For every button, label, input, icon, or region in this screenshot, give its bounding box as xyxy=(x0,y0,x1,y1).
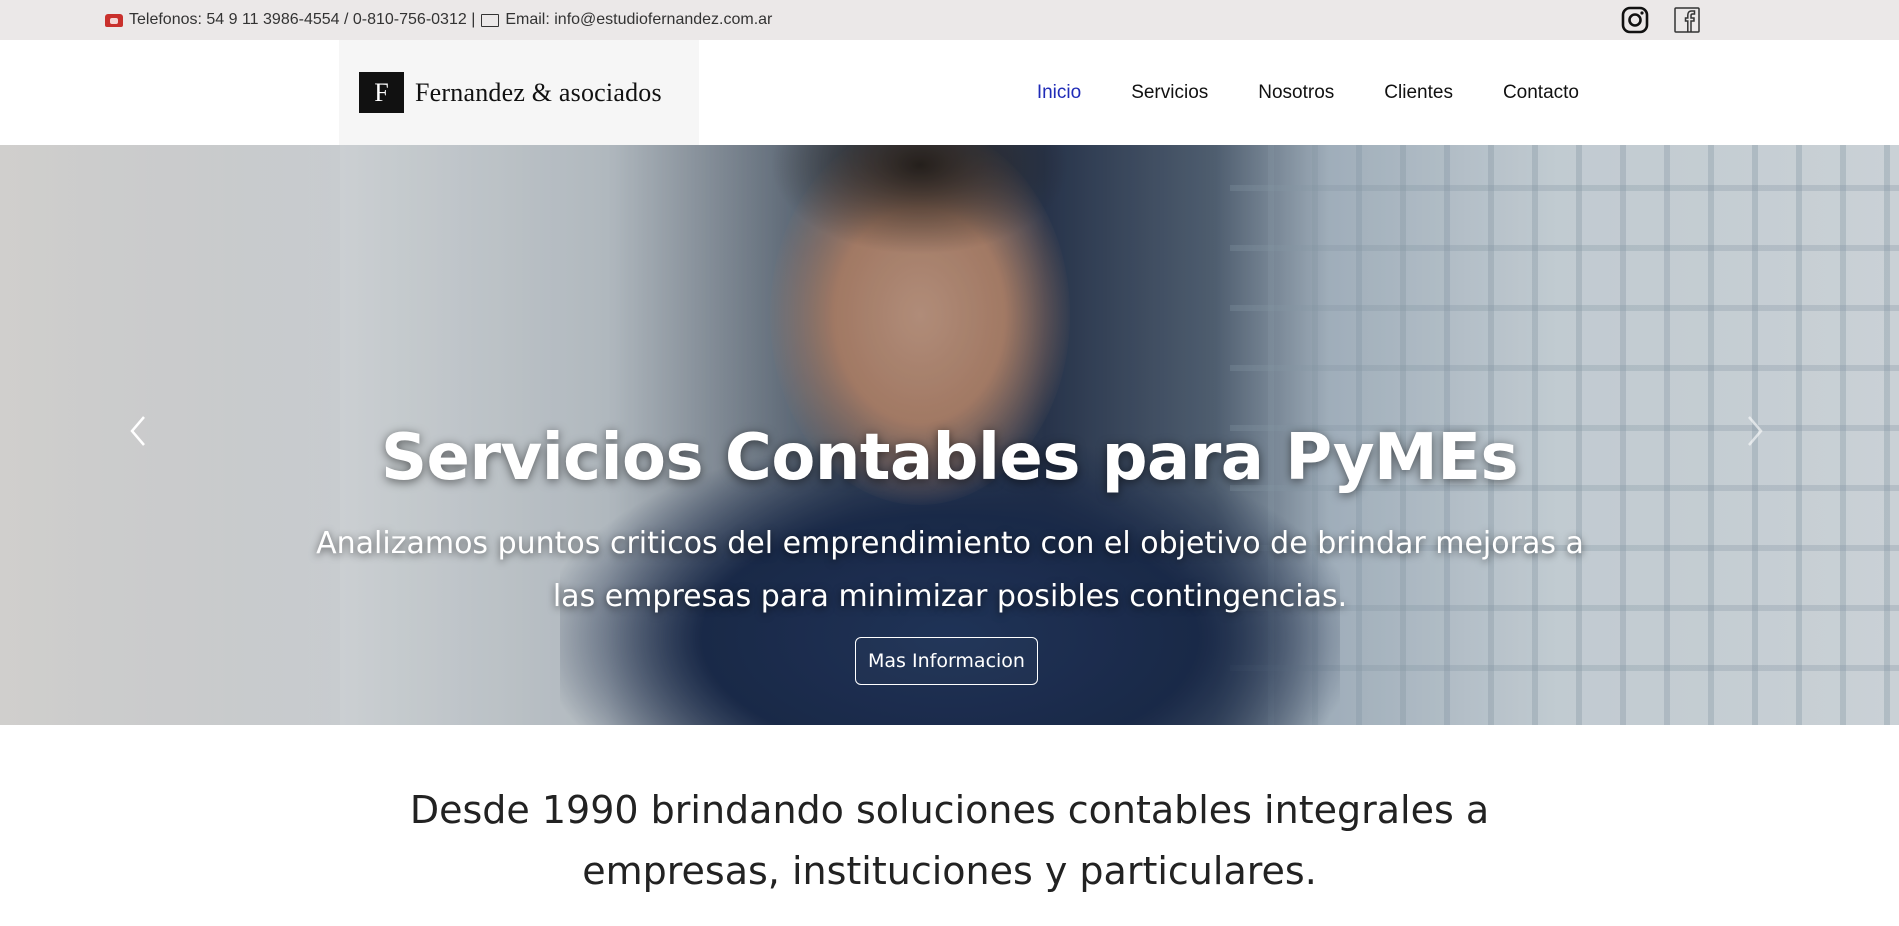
main-nav: Inicio Servicios Nosotros Clientes Conta… xyxy=(987,40,1579,145)
nav-item-contacto[interactable]: Contacto xyxy=(1503,82,1579,104)
top-contact-bar: Telefonos: 54 9 11 3986-4554 / 0-810-756… xyxy=(0,0,1899,40)
logo-text: Fernandez & asociados xyxy=(415,77,662,107)
facebook-icon[interactable] xyxy=(1673,6,1701,34)
intro-heading: Desde 1990 brindando soluciones contable… xyxy=(0,780,1899,902)
logo[interactable]: F Fernandez & asociados xyxy=(339,40,699,145)
hero-subtitle-line-2: las empresas para minimizar posibles con… xyxy=(552,579,1348,614)
contact-info: Telefonos: 54 9 11 3986-4554 / 0-810-756… xyxy=(105,0,772,40)
more-info-button[interactable]: Mas Informacion xyxy=(855,637,1038,685)
nav-item-inicio[interactable]: Inicio xyxy=(1037,82,1081,104)
hero-title: Servicios Contables para PyMEs xyxy=(380,421,1519,495)
email-text[interactable]: Email: info@estudiofernandez.com.ar xyxy=(505,11,772,29)
mail-icon xyxy=(481,13,500,27)
nav-item-clientes[interactable]: Clientes xyxy=(1384,82,1453,104)
intro-line-1: Desde 1990 brindando soluciones contable… xyxy=(409,788,1490,832)
intro-line-2: empresas, instituciones y particulares. xyxy=(582,849,1317,893)
hero-subtitle: Analizamos puntos criticos del emprendim… xyxy=(290,517,1610,623)
phone-icon xyxy=(105,13,123,27)
logo-mark: F xyxy=(359,72,404,113)
site-header: F Fernandez & asociados Inicio Servicios… xyxy=(0,40,1899,145)
nav-item-nosotros[interactable]: Nosotros xyxy=(1258,82,1334,104)
instagram-icon[interactable] xyxy=(1621,6,1649,34)
hero-carousel: Servicios Contables para PyMEs Analizamo… xyxy=(0,145,1899,725)
phones-text: Telefonos: 54 9 11 3986-4554 / 0-810-756… xyxy=(129,11,476,28)
hero-subtitle-line-1: Analizamos puntos criticos del emprendim… xyxy=(316,526,1584,561)
nav-item-servicios[interactable]: Servicios xyxy=(1131,82,1208,104)
